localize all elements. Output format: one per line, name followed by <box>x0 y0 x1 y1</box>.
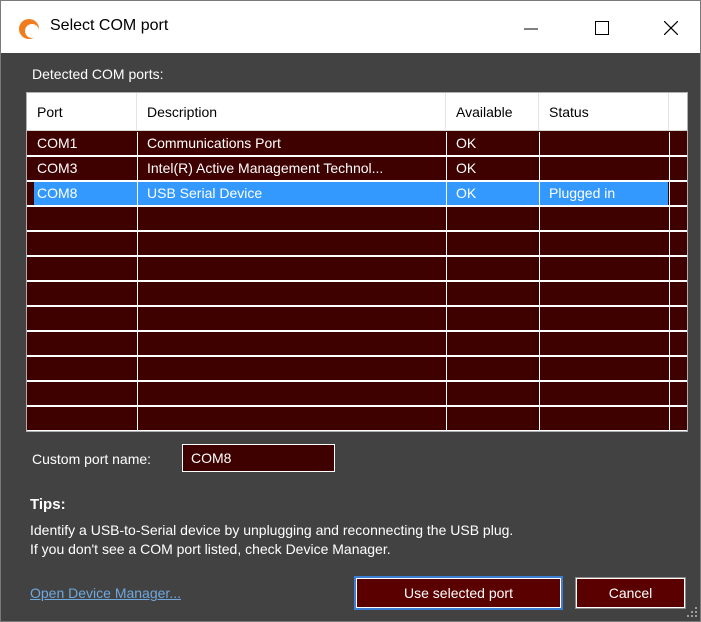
title-bar: Select COM port <box>0 0 701 53</box>
open-device-manager-link[interactable]: Open Device Manager... <box>30 585 181 601</box>
column-header-status[interactable]: Status <box>539 93 669 131</box>
detected-ports-label: Detected COM ports: <box>32 66 164 82</box>
resize-grip-icon[interactable] <box>686 604 698 618</box>
port-cell: COM8 <box>37 185 78 201</box>
empty-row <box>27 257 687 282</box>
port-cell: COM3 <box>37 160 78 176</box>
list-body: COM1 Communications Port OK COM3 Intel(R… <box>27 132 687 431</box>
maximize-icon <box>595 20 609 35</box>
table-row-selected[interactable]: COM8 USB Serial Device OK Plugged in <box>27 182 687 207</box>
column-divider <box>669 132 670 431</box>
status-cell <box>539 132 669 155</box>
port-cell: COM1 <box>37 135 78 151</box>
column-header-description[interactable]: Description <box>137 93 446 131</box>
list-header: Port Description Available Status <box>27 93 687 131</box>
tip-text: Identify a USB-to-Serial device by unplu… <box>30 522 514 538</box>
status-cell <box>539 157 669 180</box>
custom-port-input[interactable] <box>182 444 335 472</box>
column-header-available[interactable]: Available <box>446 93 539 131</box>
window-title: Select COM port <box>50 17 169 34</box>
close-icon <box>664 20 678 35</box>
available-cell: OK <box>456 135 477 151</box>
cancel-button[interactable]: Cancel <box>575 577 686 609</box>
column-header-port[interactable]: Port <box>27 93 137 131</box>
column-divider <box>446 132 447 431</box>
tip-text: If you don't see a COM port listed, chec… <box>30 541 391 557</box>
com-port-list[interactable]: Port Description Available Status COM1 C… <box>26 92 688 432</box>
empty-row <box>27 207 687 232</box>
minimize-icon <box>524 28 538 29</box>
maximize-button[interactable] <box>571 1 633 54</box>
column-divider <box>539 132 540 431</box>
use-selected-port-button[interactable]: Use selected port <box>354 576 563 610</box>
column-divider <box>137 132 138 431</box>
empty-row <box>27 332 687 357</box>
empty-row <box>27 382 687 407</box>
table-row[interactable]: COM1 Communications Port OK <box>27 132 687 157</box>
available-cell: OK <box>456 160 477 176</box>
description-cell: Intel(R) Active Management Technol... <box>147 160 384 176</box>
available-cell: OK <box>456 185 477 201</box>
description-cell: USB Serial Device <box>147 185 263 201</box>
custom-port-label: Custom port name: <box>32 451 152 467</box>
description-cell: Communications Port <box>147 135 281 151</box>
minimize-button[interactable] <box>500 1 562 54</box>
tips-heading: Tips: <box>30 496 66 513</box>
close-button[interactable] <box>640 1 701 54</box>
empty-row <box>27 232 687 257</box>
empty-row <box>27 407 687 431</box>
status-cell: Plugged in <box>549 185 616 201</box>
empty-row <box>27 357 687 382</box>
empty-row <box>27 282 687 307</box>
app-logo-icon <box>19 19 39 39</box>
empty-row <box>27 307 687 332</box>
table-row[interactable]: COM3 Intel(R) Active Management Technol.… <box>27 157 687 182</box>
